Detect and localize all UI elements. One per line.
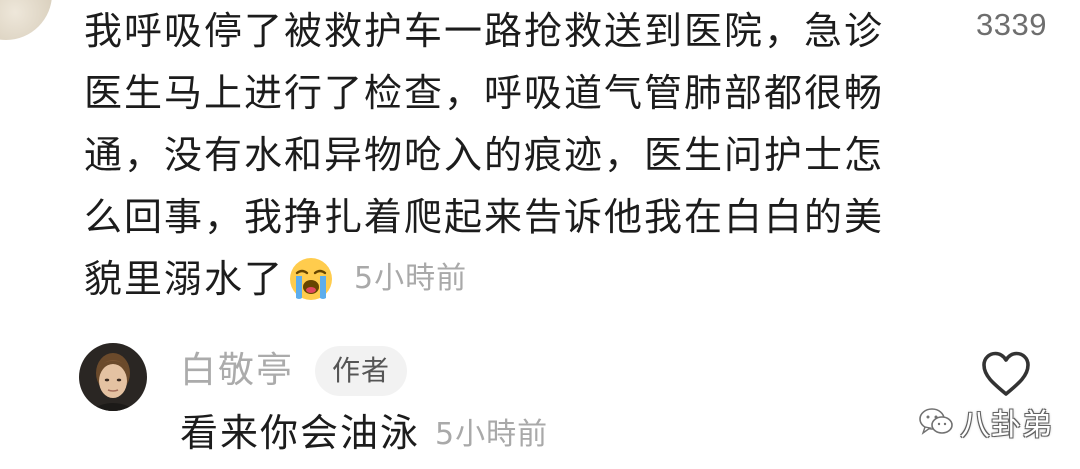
comment-last-line: 貌里溺水了 5小時前 xyxy=(84,248,467,310)
commenter-avatar[interactable] xyxy=(0,0,52,40)
watermark-text: 八卦弟 xyxy=(960,408,1053,443)
comment-like-count[interactable]: 3339 xyxy=(976,0,1047,50)
reply-timestamp: 5小時前 xyxy=(435,417,549,452)
heart-outline-icon[interactable] xyxy=(980,350,1032,398)
wechat-icon xyxy=(918,406,954,438)
loudly-crying-emoji-icon xyxy=(288,256,334,302)
reply-author-name[interactable]: 白敬亭 xyxy=(180,348,294,394)
comment-body[interactable]: 我呼吸停了被救护车一路抢救送到医院，急诊 医生马上进行了检查，呼吸道气管肺部都很… xyxy=(84,0,904,310)
reply-text[interactable]: 看来你会油泳 xyxy=(180,410,420,456)
comment-text-line: 么回事，我挣扎着爬起来告诉他我在白白的美 xyxy=(84,195,885,239)
comment-text-line: 通，没有水和异物呛入的痕迹，医生问护士怎 xyxy=(84,133,885,177)
comment-timestamp: 5小時前 xyxy=(354,261,468,296)
author-avatar[interactable] xyxy=(79,343,147,411)
comment-text-line: 医生马上进行了检查，呼吸道气管肺部都很畅 xyxy=(84,71,885,115)
comment-text-line: 貌里溺水了 xyxy=(84,257,285,301)
watermark: 八卦弟 xyxy=(918,400,1053,444)
comment-text-line: 我呼吸停了被救护车一路抢救送到医院，急诊 xyxy=(84,9,885,53)
author-badge: 作者 xyxy=(315,346,407,396)
